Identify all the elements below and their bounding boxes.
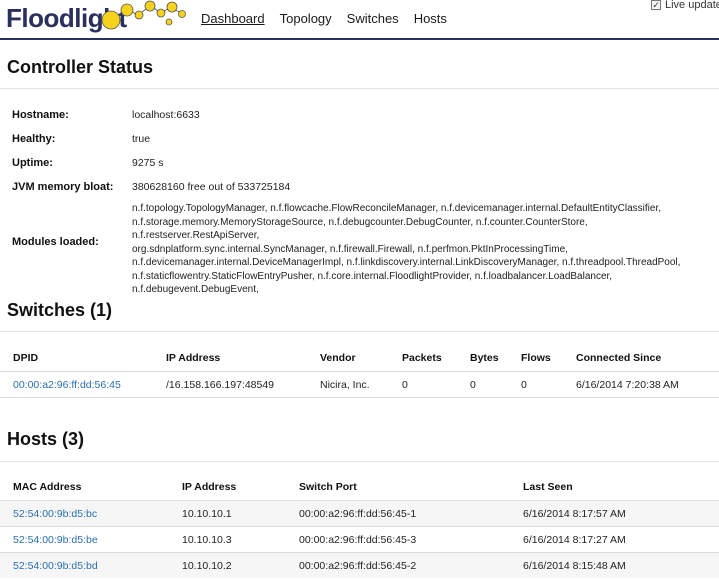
navbar: Floodlight Dashboard Topology Switches H… xyxy=(0,0,719,40)
switches-header-connected[interactable]: Connected Since xyxy=(576,352,661,364)
host-switch-port: 00:00:a2:96:ff:dd:56:45-3 xyxy=(299,534,417,546)
hostname-value: localhost:6633 xyxy=(132,109,200,121)
jvm-memory-value: 380628160 free out of 533725184 xyxy=(132,181,291,193)
switches-header-packets[interactable]: Packets xyxy=(402,352,442,364)
switches-header-flows[interactable]: Flows xyxy=(521,352,551,364)
live-updates-label: Live updates xyxy=(665,0,719,11)
nav-dashboard[interactable]: Dashboard xyxy=(201,11,265,26)
modules-line: n.f.storage.memory.MemoryStorageSource, … xyxy=(132,216,588,242)
host-ip: 10.10.10.3 xyxy=(182,534,232,546)
divider xyxy=(0,461,719,462)
hostname-label: Hostname: xyxy=(12,109,69,121)
main-nav: Dashboard Topology Switches Hosts xyxy=(201,11,447,26)
table-row: 52:54:00:9b:d5:be 10.10.10.3 00:00:a2:96… xyxy=(0,526,719,552)
host-ip: 10.10.10.1 xyxy=(182,508,232,520)
switches-header-vendor[interactable]: Vendor xyxy=(320,352,356,364)
switch-packets: 0 xyxy=(402,379,408,391)
hosts-header-switch-port[interactable]: Switch Port xyxy=(299,481,357,493)
nav-topology[interactable]: Topology xyxy=(280,11,332,26)
switch-flows: 0 xyxy=(521,379,527,391)
switch-connected-since: 6/16/2014 7:20:38 AM xyxy=(576,379,679,391)
switch-bytes: 0 xyxy=(470,379,476,391)
switch-ip: /16.158.166.197:48549 xyxy=(166,379,275,391)
modules-list: n.f.topology.TopologyManager, n.f.flowca… xyxy=(132,202,717,297)
live-updates-checkbox[interactable]: ✓ xyxy=(651,0,661,10)
divider xyxy=(0,331,719,332)
hosts-header-last-seen[interactable]: Last Seen xyxy=(523,481,573,493)
nav-switches[interactable]: Switches xyxy=(347,11,399,26)
modules-line: org.sdnplatform.sync.internal.SyncManage… xyxy=(132,243,568,255)
host-last-seen: 6/16/2014 8:17:57 AM xyxy=(523,508,626,520)
host-switch-port: 00:00:a2:96:ff:dd:56:45-1 xyxy=(299,508,417,520)
switches-title: Switches (1) xyxy=(7,300,113,320)
host-ip: 10.10.10.2 xyxy=(182,560,232,572)
divider xyxy=(0,397,719,398)
switches-header-dpid[interactable]: DPID xyxy=(13,352,38,364)
modules-line: n.f.debugevent.DebugEvent, xyxy=(132,284,259,295)
modules-label: Modules loaded: xyxy=(12,236,99,248)
uptime-label: Uptime: xyxy=(12,157,53,169)
host-mac-link[interactable]: 52:54:00:9b:d5:be xyxy=(13,534,98,546)
logo-bubbles-icon xyxy=(101,0,186,30)
modules-line: n.f.staticflowentry.StaticFlowEntryPushe… xyxy=(132,270,613,282)
modules-line: n.f.devicemanager.internal.DeviceManager… xyxy=(132,257,681,268)
floodlight-logo[interactable]: Floodlight xyxy=(6,0,191,38)
switches-header-ip[interactable]: IP Address xyxy=(166,352,220,364)
modules-line: n.f.topology.TopologyManager, n.f.flowca… xyxy=(132,203,661,214)
healthy-label: Healthy: xyxy=(12,133,56,145)
healthy-value: true xyxy=(132,133,151,145)
jvm-memory-label: JVM memory bloat: xyxy=(12,181,114,193)
switch-dpid-link[interactable]: 00:00:a2:96:ff:dd:56:45 xyxy=(13,379,121,391)
switch-vendor: Nicira, Inc. xyxy=(320,379,370,391)
host-mac-link[interactable]: 52:54:00:9b:d5:bc xyxy=(13,508,97,520)
host-last-seen: 6/16/2014 8:17:27 AM xyxy=(523,534,626,546)
live-updates-toggle[interactable]: ✓ Live updates xyxy=(651,0,719,11)
host-switch-port: 00:00:a2:96:ff:dd:56:45-2 xyxy=(299,560,417,572)
divider xyxy=(0,88,719,89)
table-row: 00:00:a2:96:ff:dd:56:45 /16.158.166.197:… xyxy=(0,371,719,397)
hosts-header-ip[interactable]: IP Address xyxy=(182,481,236,493)
table-row: 52:54:00:9b:d5:bd 10.10.10.2 00:00:a2:96… xyxy=(0,552,719,578)
table-row: 52:54:00:9b:d5:bc 10.10.10.1 00:00:a2:96… xyxy=(0,500,719,526)
host-last-seen: 6/16/2014 8:15:48 AM xyxy=(523,560,626,572)
switches-header-bytes[interactable]: Bytes xyxy=(470,352,499,364)
hosts-header-mac[interactable]: MAC Address xyxy=(13,481,81,493)
controller-status-title: Controller Status xyxy=(7,57,154,77)
host-mac-link[interactable]: 52:54:00:9b:d5:bd xyxy=(13,560,98,572)
hosts-title: Hosts (3) xyxy=(7,429,85,449)
uptime-value: 9275 s xyxy=(132,157,164,169)
nav-hosts[interactable]: Hosts xyxy=(414,11,447,26)
